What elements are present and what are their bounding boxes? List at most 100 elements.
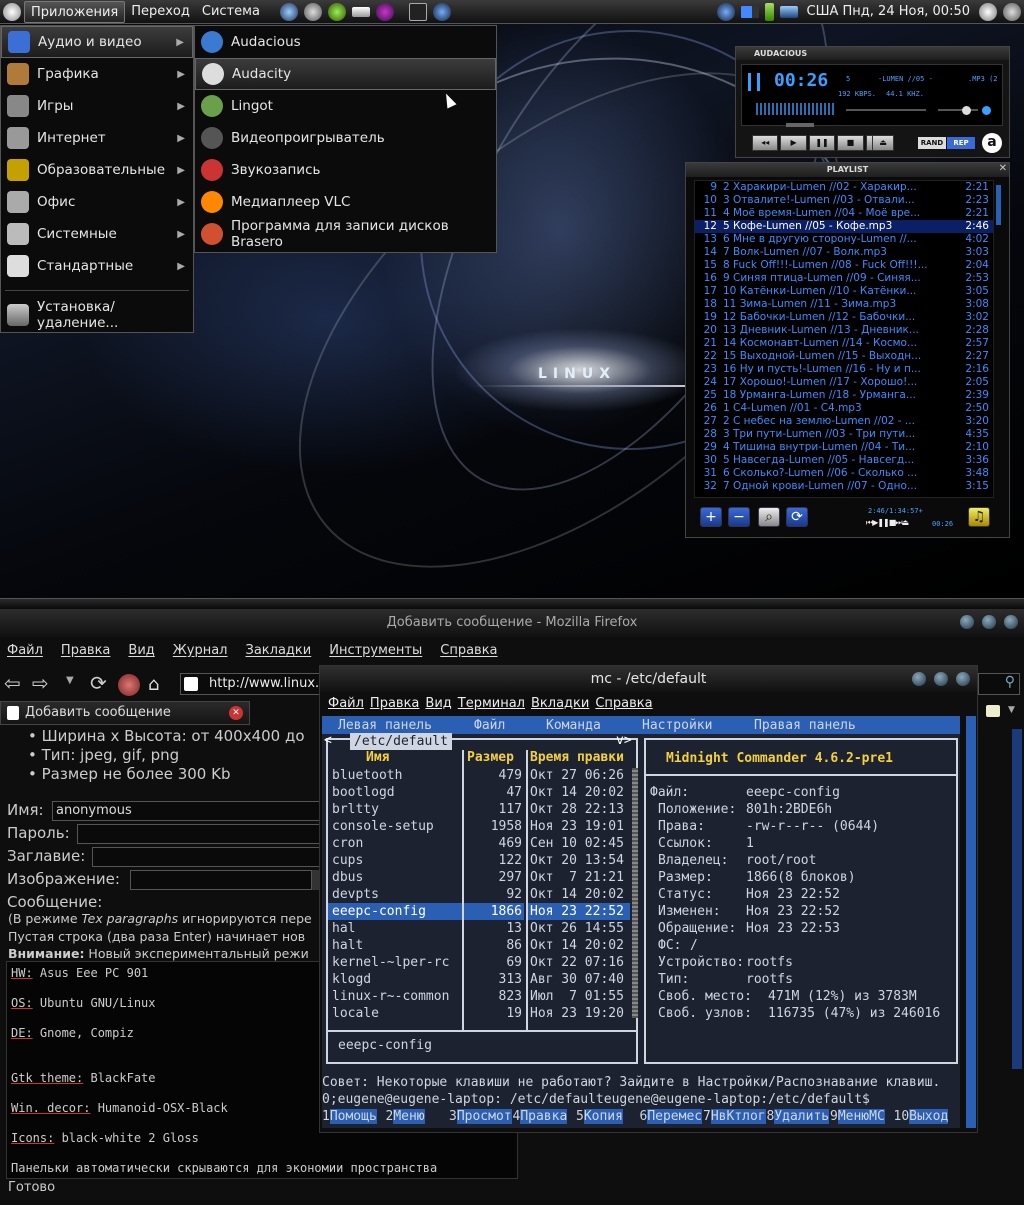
maximize-button[interactable]	[982, 615, 996, 629]
playlist-row[interactable]: 22 15 Выходной-Lumen //15 - Выходн... 2:27	[695, 350, 993, 363]
mc-menu-1[interactable]: Файл	[474, 718, 505, 733]
menu-item-office[interactable]: Офис ▶	[1, 186, 193, 218]
page-scrollbar[interactable]	[1012, 729, 1022, 1069]
pause-button[interactable]: ❚❚	[808, 135, 836, 151]
name-field[interactable]: anonymous	[52, 801, 322, 821]
back-arrow-icon[interactable]: ⇦	[4, 671, 21, 695]
list-button[interactable]: ♫	[968, 507, 990, 527]
menu-item-education[interactable]: Образовательные ▶	[1, 154, 193, 186]
system-menu[interactable]: Система	[196, 1, 266, 23]
web-browser-launcher-icon[interactable]	[303, 2, 322, 21]
image-file-field[interactable]	[130, 870, 312, 890]
file-row[interactable]: dbus	[328, 869, 462, 886]
menu-item-audacity[interactable]: Audacity	[195, 58, 496, 90]
menu-item-accessories[interactable]: Стандартные ▶	[1, 250, 193, 282]
menu-item-video-player[interactable]: Видеопроигрыватель	[195, 122, 496, 154]
terminal-menu-3[interactable]: Терминал	[458, 696, 525, 711]
gnome-foot-icon[interactable]	[3, 2, 21, 21]
mc-menu-3[interactable]: Настройки	[642, 718, 712, 733]
terminal-scrollbar[interactable]	[966, 716, 976, 1128]
fkey-2[interactable]: 2Меню	[386, 1108, 450, 1125]
playlist-row[interactable]: 13 6 Мне в другую сторону-Lumen //... 4:02	[695, 233, 993, 246]
file-row[interactable]: brltty	[328, 801, 462, 818]
panel-scrollbar[interactable]	[632, 768, 638, 1018]
file-list[interactable]: bluetooth 479 Окт 27 06:26 bootlogd 47 Окт 14…	[328, 767, 636, 1022]
mc-menu-0[interactable]: Левая панель	[338, 718, 432, 733]
display-icon[interactable]	[779, 5, 798, 18]
menu-3[interactable]: Журнал	[173, 643, 228, 658]
playlist-list[interactable]: 92 Харакири-Lumen //02 - Харакир... 2:21 1…	[694, 180, 994, 498]
user-switcher-icon[interactable]	[979, 2, 997, 21]
seek-slider[interactable]	[786, 123, 814, 127]
terminal-menu-0[interactable]: Файл	[328, 696, 364, 711]
playlist-row[interactable]: 9 2 Харакири-Lumen //02 - Харакир... 2:21	[695, 181, 993, 194]
repeat-button[interactable]: REP	[947, 137, 975, 149]
shutdown-icon[interactable]	[1003, 2, 1021, 21]
mc-menu-4[interactable]: Правая панель	[754, 718, 856, 733]
playlist-row[interactable]: 21 14 Космонавт-Lumen //14 - Космо... 2:57	[695, 337, 993, 350]
playlist-row[interactable]: 16 9 Синяя птица-Lumen //09 - Синяя... 2:5…	[695, 272, 993, 285]
file-row[interactable]: devpts	[328, 886, 462, 903]
shuffle-button[interactable]: RAND	[918, 137, 946, 149]
menu-item-audacious[interactable]: Audacious	[195, 26, 496, 58]
menu-item-vlc[interactable]: Медиаплеер VLC	[195, 186, 496, 218]
file-row[interactable]: klogd	[328, 971, 462, 988]
software-launcher-icon[interactable]	[327, 2, 346, 21]
playlist-row[interactable]: 27 2 С небес на землю-Lumen //02 - ... 3:2…	[695, 415, 993, 428]
fkey-6[interactable]: 6Перемес	[640, 1108, 704, 1125]
close-button[interactable]	[1004, 615, 1018, 629]
playlist-row[interactable]: 12 5 Кофе-Lumen //05 - Кофе.mp3 2:46	[695, 220, 993, 233]
bookmark-dropdown-icon[interactable]: ▼	[1008, 705, 1015, 715]
minimize-button[interactable]	[912, 672, 926, 686]
playlist-row[interactable]: 32 7 Одной крови-Lumen //07 - Одно... 3:15	[695, 480, 993, 493]
menu-item-system-tools[interactable]: Системные ▶	[1, 218, 193, 250]
column-name[interactable]: Имя	[366, 750, 389, 765]
terminal-menu-5[interactable]: Справка	[595, 696, 652, 711]
playlist-scrollbar[interactable]	[996, 185, 1001, 225]
playlist-row[interactable]: 18 11 Зима-Lumen //11 - Зима.mp3 3:08	[695, 298, 993, 311]
firefox-launcher-icon[interactable]	[279, 2, 298, 21]
menu-item-audio-video[interactable]: Аудио и видео ▶	[1, 26, 193, 58]
menu-0[interactable]: Файл	[7, 643, 43, 658]
midnight-commander[interactable]: Левая панель Файл Команда Настройки Правая п…	[322, 716, 960, 1128]
menu-item-install-remove[interactable]: Установка/удаление...	[1, 299, 193, 331]
pl-toggle-icon[interactable]	[982, 106, 991, 115]
menu-1[interactable]: Правка	[61, 643, 110, 658]
file-row[interactable]: bluetooth	[328, 767, 462, 784]
playlist-row[interactable]: 14 7 Волк-Lumen //07 - Волк.mp3 3:03	[695, 246, 993, 259]
playlist-row[interactable]: 26 1 C4-Lumen //01 - C4.mp3 2:50	[695, 402, 993, 415]
forward-arrow-icon[interactable]: ⇨	[32, 671, 49, 695]
terminal-menu-2[interactable]: Вид	[425, 696, 451, 711]
file-row[interactable]: cron	[328, 835, 462, 852]
tab-add-message[interactable]: Добавить сообщение ✕	[0, 701, 250, 725]
password-field[interactable]	[77, 824, 322, 844]
menu-item-internet[interactable]: Интернет ▶	[1, 122, 193, 154]
menu-item-games[interactable]: Игры ▶	[1, 90, 193, 122]
menu-2[interactable]: Вид	[128, 643, 154, 658]
terminal-menu-4[interactable]: Вкладки	[531, 696, 589, 711]
file-row[interactable]: bootlogd	[328, 784, 462, 801]
audacious-tray-icon[interactable]	[716, 2, 735, 21]
places-menu[interactable]: Переход	[125, 1, 196, 23]
bookmark-folder-icon[interactable]	[986, 705, 1000, 717]
playlist-row[interactable]: 30 5 Навсегда-Lumen //05 - Навсегд... 3:36	[695, 454, 993, 467]
stop-button[interactable]: ■	[837, 135, 864, 151]
volume-slider[interactable]	[846, 109, 926, 111]
playlist-row[interactable]: 29 4 Тишина внутри-Lumen //04 - Ти... 2:10	[695, 441, 993, 454]
battery-icon[interactable]	[764, 2, 774, 21]
fkey-7[interactable]: 7НвКтлог	[703, 1108, 767, 1125]
previous-button[interactable]: ◂◂	[752, 135, 779, 151]
clock[interactable]: США Пнд, 24 Ноя, 00:50	[801, 4, 976, 19]
mail-launcher-icon[interactable]	[351, 6, 370, 17]
menu-item-sound-recorder[interactable]: Звукозапись	[195, 154, 496, 186]
eject-button[interactable]: ⏏	[872, 135, 894, 151]
mini-transport[interactable]: ⏮▶❚❚■⏭⏏	[866, 518, 909, 528]
playlist-row[interactable]: 17 10 Катёнки-Lumen //10 - Катёнки... 3:05	[695, 285, 993, 298]
file-row[interactable]: halt	[328, 937, 462, 954]
audacious-launcher-icon[interactable]	[432, 2, 451, 21]
playlist-row[interactable]: 25 18 Урманга-Lumen //18 - Урманга... 2:39	[695, 389, 993, 402]
audacious-titlebar[interactable]: AUDACIOUS	[736, 47, 1009, 60]
select-button[interactable]: ⌕	[758, 507, 780, 527]
playlist-row[interactable]: 31 6 Сколько?-Lumen //06 - Сколько ... 3:4…	[695, 467, 993, 480]
minimize-button[interactable]	[960, 615, 974, 629]
